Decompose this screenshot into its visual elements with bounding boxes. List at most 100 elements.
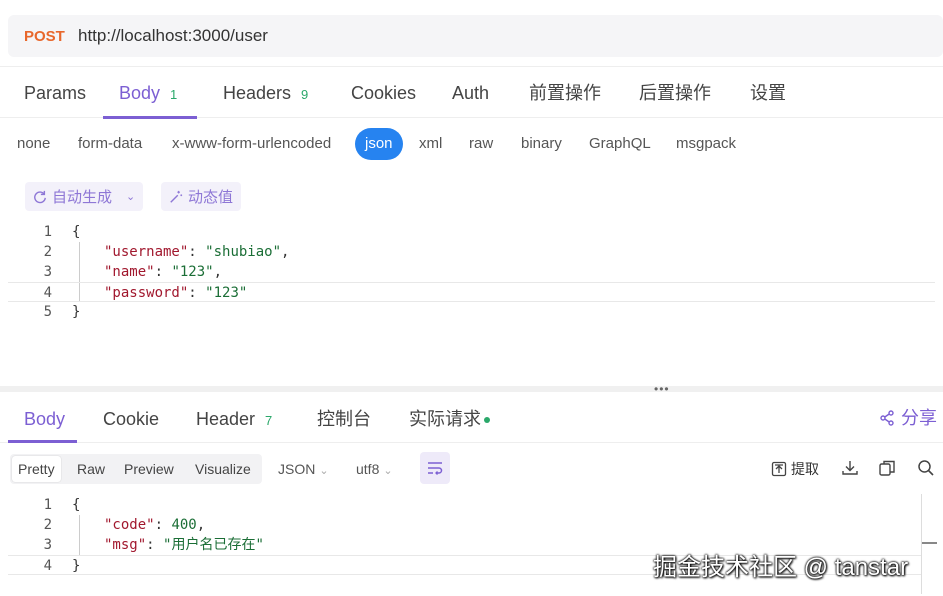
code-line: 2 "username": "shubiao", <box>8 242 935 262</box>
dynamic-value-label: 动态值 <box>188 189 234 206</box>
tab-count-badge: 7 <box>265 413 273 428</box>
code-text: "username": "shubiao", <box>104 244 290 260</box>
auto-generate-label: 自动生成 <box>52 189 113 206</box>
copy-icon[interactable] <box>878 459 896 477</box>
format-select[interactable]: JSON ⌄ <box>278 454 329 484</box>
refresh-icon <box>34 190 46 203</box>
line-number: 4 <box>43 285 52 301</box>
auto-generate-button[interactable]: 自动生成 ⌄ <box>25 182 144 211</box>
chevron-down-icon: ⌄ <box>383 465 393 477</box>
tab-label: 控制台 <box>317 409 371 429</box>
line-number: 3 <box>43 537 52 553</box>
tab-label: Cookie <box>103 409 160 429</box>
json-punct: , <box>213 264 223 280</box>
extract-button[interactable]: 提取 <box>771 454 819 484</box>
body-type-raw[interactable]: raw <box>469 128 493 160</box>
json-key: "msg" <box>104 537 147 553</box>
tab-cookies[interactable]: Cookies <box>351 67 416 118</box>
panel-splitter[interactable] <box>0 386 943 392</box>
view-mode-group: Pretty Raw Preview Visualize <box>10 454 262 484</box>
body-type-none[interactable]: none <box>17 128 50 160</box>
resp-tab-header[interactable]: Header 7 <box>196 394 272 442</box>
tab-count-badge: 9 <box>301 87 309 102</box>
extract-label: 提取 <box>791 461 819 477</box>
encoding-select[interactable]: utf8 ⌄ <box>356 454 393 484</box>
json-key: "code" <box>104 517 155 533</box>
body-type-json[interactable]: json <box>355 128 403 160</box>
tab-params[interactable]: Params <box>24 67 86 118</box>
response-tabs: Body Cookie Header 7 控制台 实际请求 分享 <box>0 394 943 443</box>
line-number: 2 <box>43 517 52 533</box>
json-key: "username" <box>104 244 189 260</box>
json-punct: , <box>196 517 206 533</box>
tab-label: 前置操作 <box>529 83 601 103</box>
scrollbar-thumb[interactable] <box>922 542 937 544</box>
code-line: 1 { <box>8 222 935 242</box>
view-pretty[interactable]: Pretty <box>12 456 61 482</box>
resp-tab-actual-request[interactable]: 实际请求 <box>409 394 490 442</box>
tab-settings[interactable]: 设置 <box>750 67 786 118</box>
word-wrap-button[interactable] <box>420 452 450 484</box>
tab-label: 设置 <box>750 83 786 103</box>
body-type-form-data[interactable]: form-data <box>78 128 142 160</box>
drag-handle-icon[interactable]: ••• <box>654 383 670 395</box>
tab-headers[interactable]: Headers 9 <box>223 67 308 118</box>
json-value: "123" <box>171 264 214 280</box>
tab-label: Body <box>24 409 66 429</box>
resp-tab-body[interactable]: Body <box>24 394 65 442</box>
body-type-binary[interactable]: binary <box>521 128 562 160</box>
json-key: "name" <box>104 264 155 280</box>
active-tab-indicator <box>8 440 77 443</box>
body-type-msgpack[interactable]: msgpack <box>676 128 736 160</box>
chevron-down-icon[interactable]: ⌄ <box>126 190 135 203</box>
code-line: 5 } <box>8 302 935 322</box>
url-input[interactable]: http://localhost:3000/user <box>78 26 268 46</box>
download-icon[interactable] <box>841 459 859 477</box>
code-text: "msg": "用户名已存在" <box>104 537 264 553</box>
dynamic-value-button[interactable]: 动态值 <box>161 182 242 211</box>
line-number: 1 <box>43 224 52 240</box>
line-number: 4 <box>43 558 52 574</box>
body-type-graphql[interactable]: GraphQL <box>589 128 651 160</box>
json-value: "用户名已存在" <box>163 537 264 553</box>
code-text: "name": "123", <box>104 264 223 280</box>
tab-post-request[interactable]: 后置操作 <box>639 67 711 118</box>
share-label: 分享 <box>901 408 937 428</box>
view-raw[interactable]: Raw <box>71 456 111 482</box>
active-tab-indicator <box>103 116 197 119</box>
tab-pre-request[interactable]: 前置操作 <box>529 67 601 118</box>
body-type-urlencoded[interactable]: x-www-form-urlencoded <box>172 128 331 160</box>
json-value: "shubiao" <box>205 244 282 260</box>
tab-label: 后置操作 <box>639 83 711 103</box>
json-value: "123" <box>205 285 248 301</box>
request-body-editor[interactable]: 1 { 2 "username": "shubiao", 3 "name": "… <box>8 222 943 382</box>
search-icon[interactable] <box>917 459 935 477</box>
format-value: JSON <box>278 461 316 477</box>
url-bar[interactable]: POST http://localhost:3000/user <box>8 15 943 57</box>
tab-label: Params <box>24 83 87 103</box>
code-line: 2 "code": 400, <box>8 515 935 535</box>
resp-tab-console[interactable]: 控制台 <box>317 394 371 442</box>
code-line: 3 "name": "123", <box>8 262 935 282</box>
tab-body[interactable]: Body 1 <box>119 67 177 118</box>
body-type-xml[interactable]: xml <box>419 128 442 160</box>
view-preview[interactable]: Preview <box>118 456 180 482</box>
code-text: } <box>72 558 81 574</box>
code-line: 1 { <box>8 495 935 515</box>
share-button[interactable]: 分享 <box>879 394 937 442</box>
magic-wand-icon <box>170 190 183 203</box>
tab-label: 实际请求 <box>409 409 481 429</box>
tab-auth[interactable]: Auth <box>452 67 489 118</box>
tab-label: Header <box>196 409 256 429</box>
line-number: 5 <box>43 304 52 320</box>
view-visualize[interactable]: Visualize <box>189 456 257 482</box>
scrollbar-track[interactable] <box>921 494 922 594</box>
share-icon <box>880 410 894 426</box>
tab-label: Headers <box>223 83 292 103</box>
resp-tab-cookie[interactable]: Cookie <box>103 394 159 442</box>
code-text: } <box>72 304 81 320</box>
line-number: 2 <box>43 244 52 260</box>
code-text: { <box>72 497 81 513</box>
http-method[interactable]: POST <box>24 28 65 45</box>
tab-label: Auth <box>452 83 490 103</box>
